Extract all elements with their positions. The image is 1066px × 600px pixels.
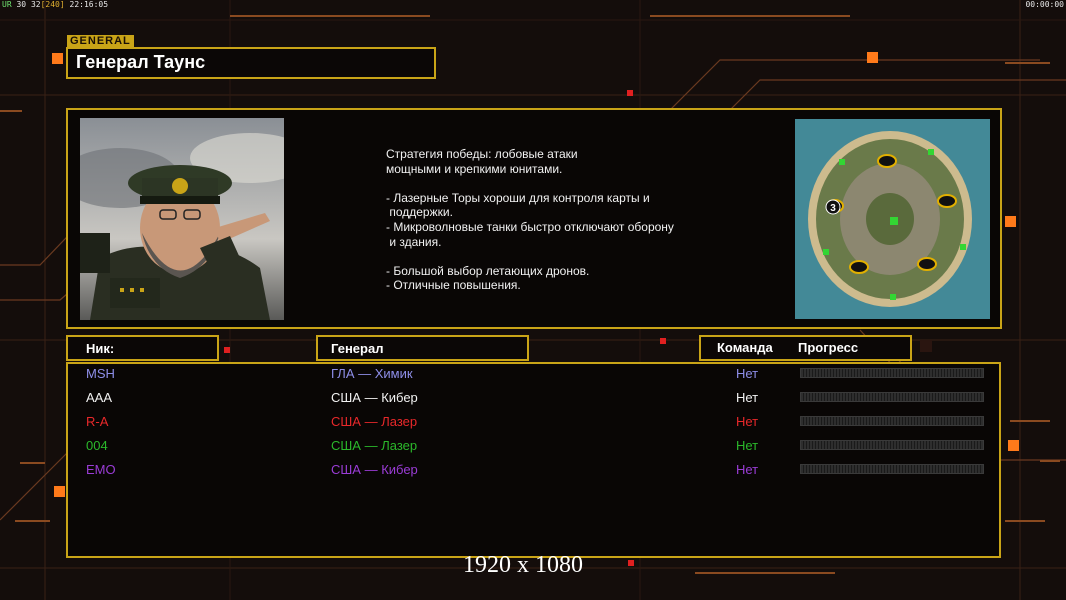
game-timer: 00:00:00 xyxy=(1025,0,1064,9)
player-general: США — Кибер xyxy=(331,390,418,405)
resolution-label: 1920 x 1080 xyxy=(463,552,583,578)
player-progress-bar xyxy=(800,416,984,426)
player-general: США — Кибер xyxy=(331,462,418,477)
strategy-bullets-extras: - Большой выбор летающих дронов. - Отлич… xyxy=(386,263,590,293)
player-nick: AAA xyxy=(86,390,113,405)
player-nick: EMO xyxy=(86,462,116,477)
strategy-description: Стратегия победы: лобовые атаки мощными … xyxy=(386,147,746,293)
player-progress-bar xyxy=(800,368,984,378)
strategy-bullets-units: - Лазерные Торы хороши для контроля карт… xyxy=(386,190,674,249)
player-nick: MSH xyxy=(86,366,115,381)
map-preview[interactable]: 3 xyxy=(795,119,990,319)
general-tag: GENERAL xyxy=(67,35,134,47)
column-header-general: Генерал xyxy=(331,341,384,356)
player-team: Нет xyxy=(736,414,759,429)
column-header-progress: Прогресс xyxy=(798,340,859,355)
player-team: Нет xyxy=(736,366,759,381)
column-header-team: Команда xyxy=(717,340,773,355)
player-general: ГЛА — Химик xyxy=(331,366,413,381)
strategy-summary: Стратегия победы: лобовые атаки мощными … xyxy=(386,147,578,176)
player-general: США — Лазер xyxy=(331,414,418,429)
player-nick: 004 xyxy=(86,438,108,453)
player-team: Нет xyxy=(736,462,759,477)
player-progress-bar xyxy=(800,440,984,450)
player-progress-bar xyxy=(800,464,984,474)
general-portrait xyxy=(80,118,284,320)
player-start-marker: 3 xyxy=(830,203,836,214)
column-header-nick: Ник: xyxy=(86,341,115,356)
fps-readout: UR 30 32[240] 22:16:05 xyxy=(2,0,109,9)
player-team: Нет xyxy=(736,390,759,405)
player-team: Нет xyxy=(736,438,759,453)
player-progress-bar xyxy=(800,392,984,402)
player-nick: R-A xyxy=(86,414,109,429)
player-general: США — Лазер xyxy=(331,438,418,453)
page-title: Генерал Таунс xyxy=(76,52,206,72)
